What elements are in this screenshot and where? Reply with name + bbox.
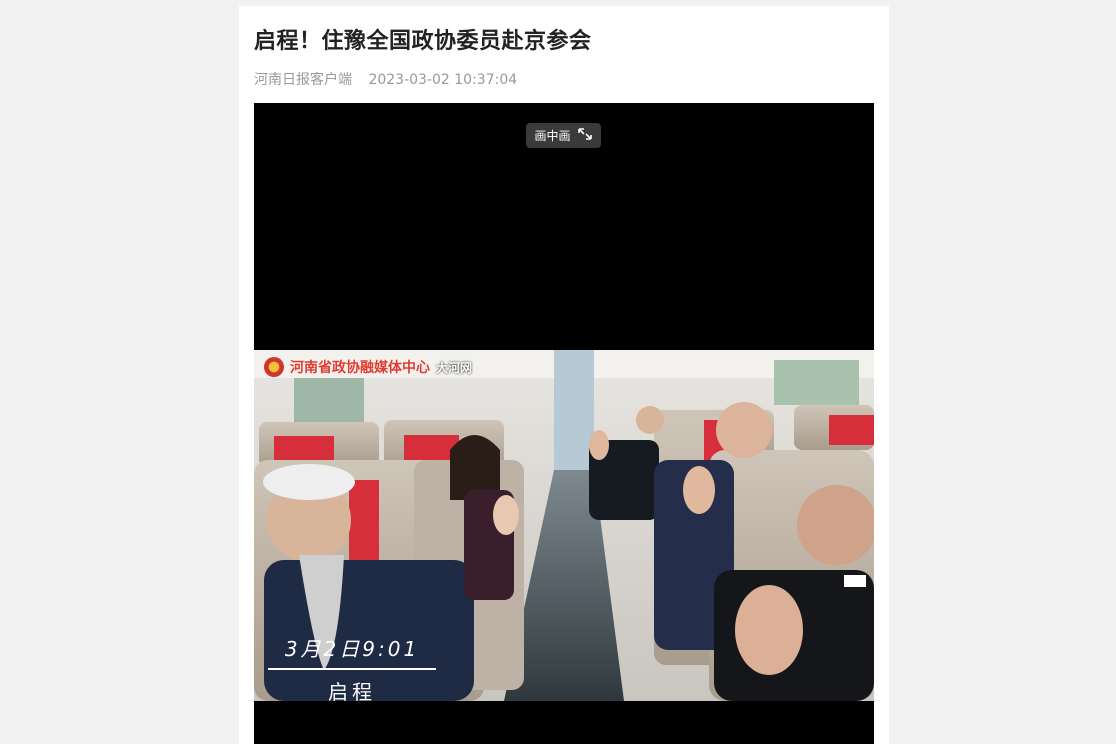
article-timestamp: 2023-03-02 10:37:04 bbox=[368, 72, 518, 88]
article-card: 启程！住豫全国政协委员赴京参会 河南日报客户端 2023-03-02 10:37… bbox=[239, 6, 889, 744]
video-player[interactable]: 画中画 河南省政协融媒体中心 大河网 3月2日9:01 启程 bbox=[254, 103, 874, 744]
video-frame[interactable]: 河南省政协融媒体中心 大河网 3月2日9:01 启程 bbox=[254, 350, 874, 701]
picture-in-picture-button[interactable]: 画中画 bbox=[526, 123, 601, 148]
broadcaster-watermark: 河南省政协融媒体中心 大河网 bbox=[264, 357, 472, 377]
article-title: 启程！住豫全国政协委员赴京参会 bbox=[254, 29, 592, 54]
watermark-org: 河南省政协融媒体中心 bbox=[290, 360, 430, 376]
video-caption: 3月2日9:01 启程 bbox=[268, 633, 436, 701]
article-source[interactable]: 河南日报客户端 bbox=[254, 72, 352, 88]
pip-label: 画中画 bbox=[534, 129, 571, 143]
caption-date: 3月2日9:01 bbox=[284, 637, 420, 661]
caption-divider bbox=[268, 668, 436, 670]
article-meta: 河南日报客户端 2023-03-02 10:37:04 bbox=[254, 69, 517, 89]
cppcc-emblem-icon bbox=[264, 357, 284, 377]
watermark-partner: 大河网 bbox=[436, 360, 473, 375]
caption-label: 启程 bbox=[328, 680, 376, 701]
pip-expand-icon bbox=[577, 127, 593, 144]
